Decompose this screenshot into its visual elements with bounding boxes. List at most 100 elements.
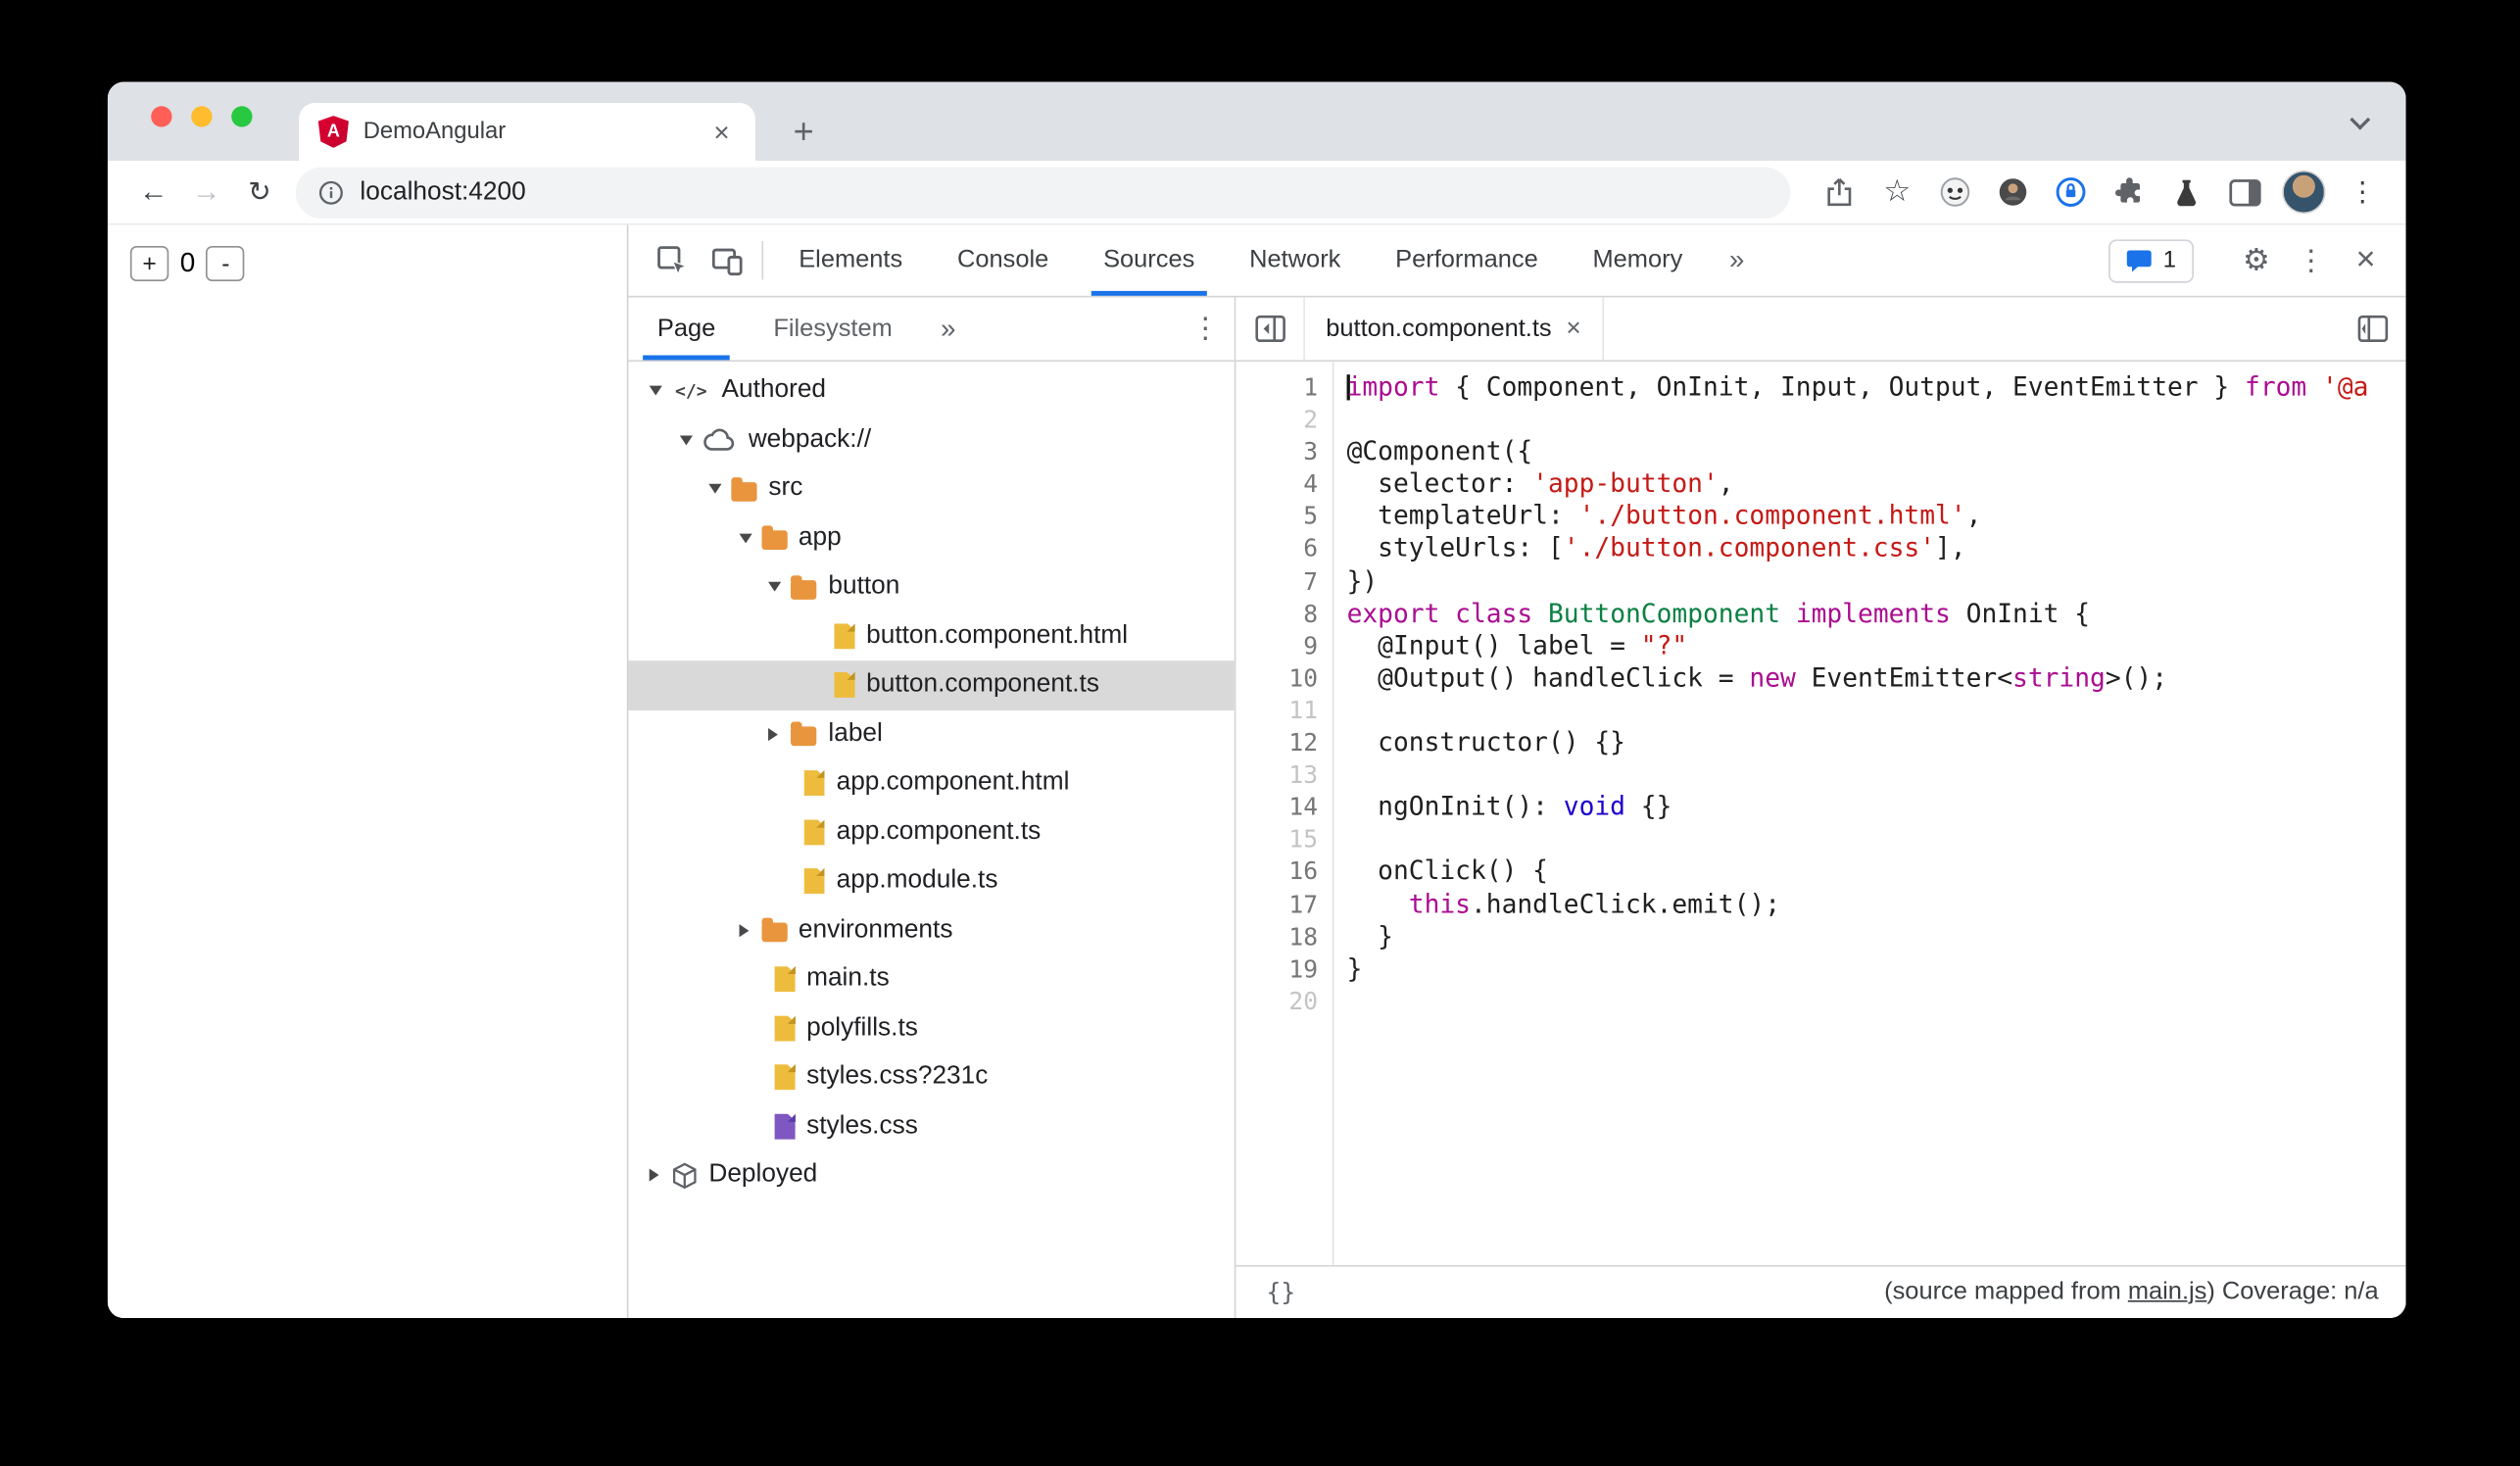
- code-line[interactable]: this.handleClick.emit();: [1347, 888, 2406, 920]
- code-line[interactable]: styleUrls: ['./button.component.css'],: [1347, 533, 2406, 565]
- chevron-down-icon[interactable]: [650, 386, 672, 396]
- chevron-right-icon[interactable]: [739, 924, 761, 937]
- close-devtools-icon[interactable]: ×: [2339, 234, 2394, 285]
- line-number[interactable]: 19: [1236, 953, 1318, 985]
- code-line[interactable]: onClick() {: [1347, 855, 2406, 888]
- browser-menu-icon[interactable]: ⋮: [2337, 167, 2390, 218]
- chevron-right-icon[interactable]: [650, 1169, 672, 1182]
- line-number[interactable]: 1: [1236, 371, 1318, 404]
- tree-row[interactable]: button.component.html: [628, 611, 1234, 660]
- code-line[interactable]: @Input() label = "?": [1347, 630, 2406, 662]
- toggle-navigator-icon[interactable]: [1236, 297, 1303, 360]
- code-lines[interactable]: import { Component, OnInit, Input, Outpu…: [1333, 362, 2405, 1265]
- navigator-menu-icon[interactable]: ⋮: [1177, 312, 1235, 345]
- extension-mask-icon[interactable]: [1928, 167, 1981, 218]
- issues-button[interactable]: 1: [2108, 238, 2195, 282]
- back-button[interactable]: ←: [127, 167, 180, 218]
- close-file-tab-icon[interactable]: ×: [1566, 315, 1580, 344]
- code-line[interactable]: }: [1347, 953, 2406, 985]
- close-window-button[interactable]: [151, 106, 172, 127]
- more-navigator-tabs-icon[interactable]: »: [921, 313, 975, 345]
- line-number[interactable]: 4: [1236, 468, 1318, 501]
- chevron-down-icon[interactable]: [739, 533, 761, 543]
- decrement-button[interactable]: -: [206, 245, 246, 282]
- profile-avatar[interactable]: [2282, 170, 2326, 215]
- code-line[interactable]: constructor() {}: [1347, 726, 2406, 758]
- tree-row[interactable]: styles.css?231c: [628, 1052, 1234, 1101]
- code-line[interactable]: }): [1347, 565, 2406, 598]
- code-line[interactable]: [1347, 404, 2406, 436]
- toggle-debugger-sidebar-icon[interactable]: [2339, 297, 2406, 360]
- code-line[interactable]: import { Component, OnInit, Input, Outpu…: [1346, 371, 2406, 404]
- side-panel-icon[interactable]: [2218, 167, 2271, 218]
- code-line[interactable]: [1347, 823, 2406, 855]
- extension-flask-icon[interactable]: [2160, 167, 2213, 218]
- code-line[interactable]: [1347, 695, 2406, 727]
- line-number[interactable]: 7: [1236, 565, 1318, 598]
- line-number[interactable]: 18: [1236, 920, 1318, 953]
- tree-row[interactable]: environments: [628, 905, 1234, 954]
- chevron-down-icon[interactable]: [709, 484, 732, 494]
- tab-elements[interactable]: Elements: [771, 225, 930, 296]
- line-number[interactable]: 6: [1236, 533, 1318, 565]
- tab-page[interactable]: Page: [628, 297, 744, 361]
- reload-button[interactable]: ↻: [233, 167, 286, 218]
- line-number[interactable]: 11: [1236, 695, 1318, 727]
- line-number[interactable]: 17: [1236, 888, 1318, 920]
- chevron-down-icon[interactable]: [679, 435, 702, 445]
- editor-file-tab[interactable]: button.component.ts ×: [1303, 297, 1604, 361]
- share-icon[interactable]: [1813, 167, 1866, 218]
- code-line[interactable]: ngOnInit(): void {}: [1347, 791, 2406, 823]
- zoom-window-button[interactable]: [231, 106, 253, 127]
- increment-button[interactable]: +: [129, 245, 170, 282]
- line-number[interactable]: 14: [1236, 791, 1318, 823]
- code-line[interactable]: templateUrl: './button.component.html',: [1347, 501, 2406, 533]
- tree-row[interactable]: button: [628, 562, 1234, 611]
- tree-row[interactable]: app.component.ts: [628, 807, 1234, 856]
- tab-console[interactable]: Console: [930, 225, 1076, 296]
- line-number[interactable]: 3: [1236, 436, 1318, 468]
- tree-row[interactable]: app.component.html: [628, 758, 1234, 807]
- extensions-puzzle-icon[interactable]: [2103, 167, 2156, 218]
- tree-row[interactable]: button.component.ts: [628, 660, 1235, 710]
- extension-avatar-icon[interactable]: [1986, 167, 2039, 218]
- chevron-down-icon[interactable]: [2350, 109, 2371, 130]
- site-info-icon[interactable]: [318, 179, 344, 205]
- more-tabs-icon[interactable]: »: [1710, 225, 1764, 296]
- device-toolbar-icon[interactable]: [700, 234, 754, 285]
- line-number[interactable]: 5: [1236, 501, 1318, 533]
- extension-lock-icon[interactable]: [2044, 167, 2097, 218]
- tree-row[interactable]: label: [628, 709, 1234, 758]
- tree-row[interactable]: app: [628, 513, 1234, 562]
- new-tab-button[interactable]: +: [778, 106, 829, 157]
- line-number[interactable]: 12: [1236, 726, 1318, 758]
- code-line[interactable]: }: [1347, 920, 2406, 953]
- line-number[interactable]: 2: [1236, 404, 1318, 436]
- code-line[interactable]: @Output() handleClick = new EventEmitter…: [1347, 662, 2406, 695]
- code-line[interactable]: export class ButtonComponent implements …: [1347, 598, 2406, 630]
- pretty-print-icon[interactable]: {}: [1267, 1278, 1296, 1307]
- tree-row[interactable]: styles.css: [628, 1101, 1234, 1150]
- code-line[interactable]: [1347, 758, 2406, 791]
- line-number[interactable]: 15: [1236, 823, 1318, 855]
- devtools-menu-icon[interactable]: ⋮: [2284, 234, 2339, 285]
- forward-button[interactable]: →: [180, 167, 233, 218]
- tree-row[interactable]: src: [628, 464, 1234, 513]
- tree-row[interactable]: webpack://: [628, 415, 1234, 464]
- close-tab-icon[interactable]: ×: [707, 115, 736, 148]
- address-bar[interactable]: localhost:4200: [295, 166, 1791, 219]
- tab-memory[interactable]: Memory: [1566, 225, 1711, 296]
- chevron-right-icon[interactable]: [769, 728, 792, 741]
- line-number[interactable]: 20: [1236, 985, 1318, 1017]
- code-line[interactable]: @Component({: [1347, 436, 2406, 468]
- minimize-window-button[interactable]: [191, 106, 213, 127]
- line-number[interactable]: 13: [1236, 758, 1318, 791]
- code-line[interactable]: [1347, 985, 2406, 1017]
- browser-tab[interactable]: A DemoAngular ×: [299, 102, 755, 162]
- line-number[interactable]: 10: [1236, 662, 1318, 695]
- tree-row[interactable]: </> Authored: [628, 366, 1234, 415]
- tree-row[interactable]: Deployed: [628, 1150, 1234, 1199]
- tree-row[interactable]: main.ts: [628, 954, 1234, 1003]
- line-number[interactable]: 16: [1236, 855, 1318, 888]
- code-line[interactable]: selector: 'app-button',: [1347, 468, 2406, 501]
